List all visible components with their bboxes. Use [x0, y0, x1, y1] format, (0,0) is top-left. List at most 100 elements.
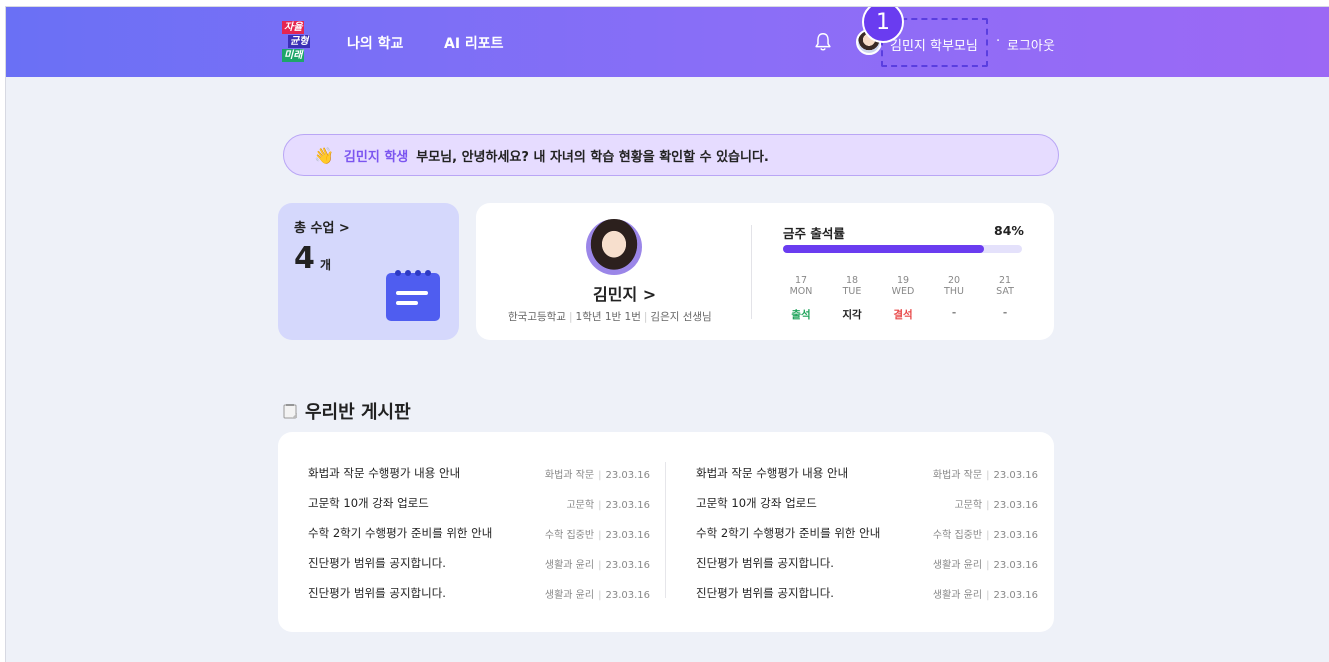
post-subject: 수학 집중반 — [932, 529, 983, 541]
day-dow: WED — [891, 286, 915, 297]
info-divider: | — [643, 311, 648, 323]
meta-divider: | — [986, 499, 990, 511]
status-mon: 출석 — [791, 309, 811, 321]
header-separator: · — [996, 34, 1001, 49]
board-post[interactable]: 수학 2학기 수행평가 준비를 위한 안내 수학 집중반 | 23.03.16 — [696, 518, 1038, 548]
board-post[interactable]: 화법과 작문 수행평가 내용 안내 화법과 작문 | 23.03.16 — [696, 458, 1038, 488]
post-date: 23.03.16 — [993, 469, 1038, 481]
board-title: 우리반 게시판 — [305, 402, 411, 423]
status-thu: - — [951, 307, 957, 319]
post-title: 화법과 작문 수행평가 내용 안내 — [308, 466, 461, 480]
board-post[interactable]: 진단평가 범위를 공지합니다. 생활과 윤리 | 23.03.16 — [696, 548, 1038, 578]
board-post[interactable]: 진단평가 범위를 공지합니다. 생활과 윤리 | 23.03.16 — [308, 578, 650, 608]
total-lessons-label: 총 수업 > — [294, 221, 350, 236]
app-frame: 자율 균형 미래 나의 학교 AI 리포트 김민지 학부모님 · 로그아웃 1 … — [5, 6, 1329, 662]
day-mon: 17 MON — [783, 275, 819, 297]
attendance-days: 17 MON 18 TUE 19 WED 20 THU 21 SAT — [783, 275, 1023, 297]
board-heading: 우리반 게시판 — [283, 398, 411, 424]
post-meta: 수학 집중반 | 23.03.16 — [933, 526, 1038, 541]
post-meta: 화법과 작문 | 23.03.16 — [545, 466, 650, 481]
bell-icon[interactable] — [812, 31, 834, 53]
post-title: 고문학 10개 강좌 업로드 — [696, 496, 817, 510]
day-date: 21 — [998, 275, 1012, 286]
info-divider: | — [568, 311, 573, 323]
post-meta: 생활과 윤리 | 23.03.16 — [933, 556, 1038, 571]
board-post[interactable]: 고문학 10개 강좌 업로드 고문학 | 23.03.16 — [308, 488, 650, 518]
day-dow: MON — [789, 286, 813, 297]
board-post[interactable]: 수학 2학기 수행평가 준비를 위한 안내 수학 집중반 | 23.03.16 — [308, 518, 650, 548]
post-meta: 화법과 작문 | 23.03.16 — [933, 466, 1038, 481]
meta-divider: | — [598, 499, 602, 511]
post-subject: 화법과 작문 — [932, 469, 983, 481]
post-date: 23.03.16 — [605, 589, 650, 601]
post-subject: 생활과 윤리 — [932, 559, 983, 571]
student-avatar — [586, 219, 642, 275]
greeting-student-name: 김민지 학생 — [343, 149, 409, 165]
post-meta: 고문학 | 23.03.16 — [566, 496, 650, 511]
attendance-progress-fill — [783, 245, 984, 253]
board-post[interactable]: 진단평가 범위를 공지합니다. 생활과 윤리 | 23.03.16 — [696, 578, 1038, 608]
post-meta: 생활과 윤리 | 23.03.16 — [545, 556, 650, 571]
calendar-icon — [386, 270, 440, 321]
status-tue: 지각 — [842, 309, 862, 321]
attendance-percent: 84% — [994, 223, 1024, 238]
post-subject: 생활과 윤리 — [544, 589, 595, 601]
post-subject: 화법과 작문 — [544, 469, 595, 481]
logout-link[interactable]: 로그아웃 — [1007, 35, 1055, 54]
user-name[interactable]: 김민지 학부모님 — [890, 35, 978, 54]
attendance-title: 금주 출석률 — [783, 226, 845, 241]
post-date: 23.03.16 — [993, 559, 1038, 571]
logo-line-2: 균형 — [288, 35, 311, 48]
class-board-card: 화법과 작문 수행평가 내용 안내 화법과 작문 | 23.03.16 고문학 10개… — [278, 432, 1054, 632]
brand-logo[interactable]: 자율 균형 미래 — [282, 21, 312, 63]
total-lessons-count: 4 — [294, 241, 315, 276]
nav-my-school[interactable]: 나의 학교 — [347, 33, 403, 53]
post-title: 수학 2학기 수행평가 준비를 위한 안내 — [308, 526, 493, 540]
post-date: 23.03.16 — [605, 559, 650, 571]
waving-hand-icon: 👋 — [314, 145, 334, 165]
meta-divider: | — [986, 529, 990, 541]
post-date: 23.03.16 — [993, 499, 1038, 511]
day-dow: SAT — [996, 286, 1014, 297]
meta-divider: | — [598, 589, 602, 601]
greeting-message: 부모님, 안녕하세요? 내 자녀의 학습 현황을 확인할 수 있습니다. — [416, 149, 769, 165]
post-subject: 고문학 — [566, 499, 595, 511]
post-date: 23.03.16 — [993, 589, 1038, 601]
notepad-icon — [283, 404, 297, 419]
board-post[interactable]: 진단평가 범위를 공지합니다. 생활과 윤리 | 23.03.16 — [308, 548, 650, 578]
post-title: 고문학 10개 강좌 업로드 — [308, 496, 429, 510]
student-profile-card: 김민지 > 한국고등학교 | 1학년 1반 1번 | 김은지 선생님 금주 출석률 84… — [476, 203, 1054, 340]
post-title: 진단평가 범위를 공지합니다. — [308, 586, 446, 600]
greeting-banner: 👋 김민지 학생 부모님, 안녕하세요? 내 자녀의 학습 현황을 확인할 수 … — [283, 134, 1059, 176]
meta-divider: | — [986, 469, 990, 481]
post-date: 23.03.16 — [605, 499, 650, 511]
profile-divider — [751, 225, 752, 319]
top-navigation-bar: 자율 균형 미래 나의 학교 AI 리포트 김민지 학부모님 · 로그아웃 1 — [6, 7, 1329, 77]
post-date: 23.03.16 — [605, 469, 650, 481]
board-column-divider — [665, 462, 666, 598]
meta-divider: | — [598, 469, 602, 481]
total-lessons-card[interactable]: 총 수업 > 4 개 — [278, 203, 459, 340]
attendance-statuses: 출석 지각 결석 - - — [783, 307, 1023, 322]
post-date: 23.03.16 — [993, 529, 1038, 541]
post-meta: 생활과 윤리 | 23.03.16 — [933, 586, 1038, 601]
day-dow: THU — [944, 286, 964, 297]
status-wed: 결석 — [893, 309, 913, 321]
post-subject: 생활과 윤리 — [544, 559, 595, 571]
day-date: 18 — [845, 275, 859, 286]
post-meta: 생활과 윤리 | 23.03.16 — [545, 586, 650, 601]
meta-divider: | — [598, 559, 602, 571]
post-title: 화법과 작문 수행평가 내용 안내 — [696, 466, 849, 480]
student-name-link[interactable]: 김민지 > — [593, 281, 656, 305]
board-post[interactable]: 화법과 작문 수행평가 내용 안내 화법과 작문 | 23.03.16 — [308, 458, 650, 488]
attendance-progress-track — [783, 245, 1022, 253]
post-title: 진단평가 범위를 공지합니다. — [696, 586, 834, 600]
board-post[interactable]: 고문학 10개 강좌 업로드 고문학 | 23.03.16 — [696, 488, 1038, 518]
post-title: 수학 2학기 수행평가 준비를 위한 안내 — [696, 526, 881, 540]
day-dow: TUE — [842, 286, 862, 297]
nav-ai-report[interactable]: AI 리포트 — [444, 33, 504, 53]
post-subject: 생활과 윤리 — [932, 589, 983, 601]
post-title: 진단평가 범위를 공지합니다. — [308, 556, 446, 570]
board-column-right: 화법과 작문 수행평가 내용 안내 화법과 작문 | 23.03.16 고문학 10개… — [696, 458, 1038, 608]
day-thu: 20 THU — [936, 275, 972, 297]
